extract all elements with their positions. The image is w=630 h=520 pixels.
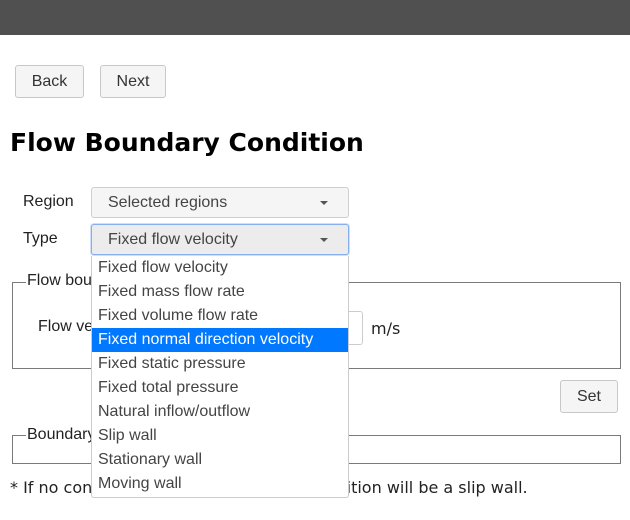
type-select-value: Fixed flow velocity bbox=[108, 230, 238, 248]
region-select-value: Selected regions bbox=[108, 193, 228, 211]
dropdown-option[interactable]: Slip wall bbox=[92, 424, 348, 448]
set-button[interactable]: Set bbox=[560, 380, 618, 413]
page-title: Flow Boundary Condition bbox=[10, 128, 364, 157]
dropdown-option[interactable]: Natural inflow/outflow bbox=[92, 400, 348, 424]
chevron-down-icon bbox=[320, 201, 328, 205]
type-label: Type bbox=[23, 230, 58, 247]
next-button[interactable]: Next bbox=[100, 65, 166, 98]
type-dropdown-list[interactable]: Fixed flow velocity Fixed mass flow rate… bbox=[91, 256, 349, 498]
dropdown-option[interactable]: Moving wall bbox=[92, 472, 348, 496]
dropdown-option[interactable]: Fixed total pressure bbox=[92, 376, 348, 400]
chevron-down-icon bbox=[320, 238, 328, 242]
dropdown-option[interactable]: Stationary wall bbox=[92, 448, 348, 472]
type-select[interactable]: Fixed flow velocity bbox=[91, 224, 349, 255]
dropdown-option[interactable]: Fixed mass flow rate bbox=[92, 280, 348, 304]
boundary-box-legend: Boundary bbox=[26, 426, 97, 444]
dropdown-option-highlighted[interactable]: Fixed normal direction velocity bbox=[92, 328, 348, 352]
velocity-unit: m/s bbox=[371, 319, 401, 338]
top-bar bbox=[0, 0, 630, 35]
region-select[interactable]: Selected regions bbox=[91, 187, 349, 218]
dropdown-option[interactable]: Fixed static pressure bbox=[92, 352, 348, 376]
dropdown-option[interactable]: Fixed volume flow rate bbox=[92, 304, 348, 328]
back-button[interactable]: Back bbox=[15, 65, 84, 98]
region-label: Region bbox=[23, 193, 74, 210]
dropdown-option[interactable]: Fixed flow velocity bbox=[92, 256, 348, 280]
